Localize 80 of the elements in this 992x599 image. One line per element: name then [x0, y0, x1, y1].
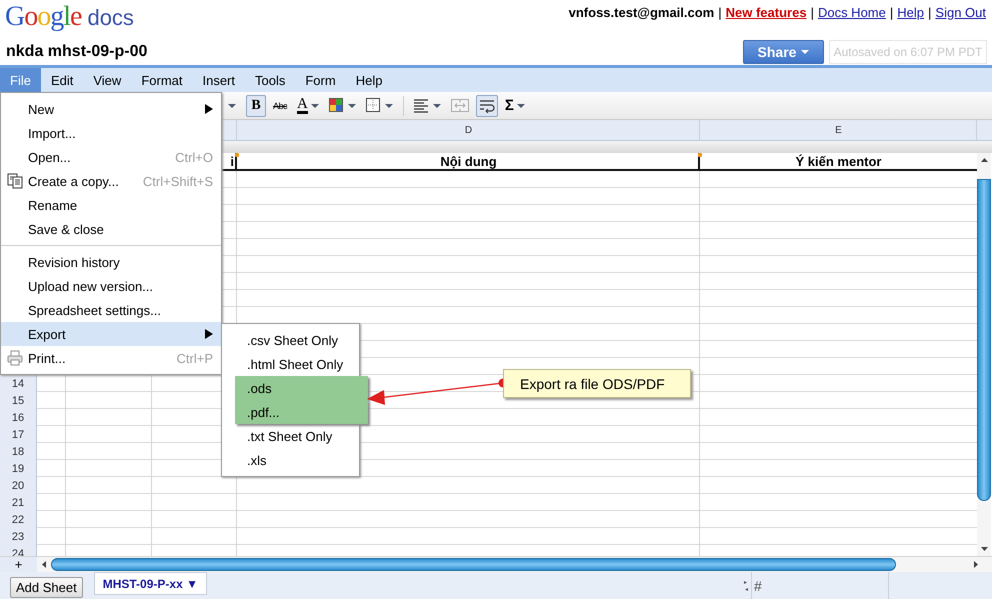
scroll-right-icon[interactable]: [974, 561, 978, 568]
link-separator: |: [928, 5, 932, 20]
printer-icon: [7, 350, 23, 366]
scroll-down-icon[interactable]: [980, 547, 988, 551]
color-grid-icon[interactable]: [328, 98, 345, 114]
add-row-button[interactable]: +: [0, 557, 37, 572]
menu-item[interactable]: .html Sheet Only: [222, 352, 359, 376]
menu-item[interactable]: Spreadsheet settings...: [1, 298, 221, 322]
dropdown-caret-icon[interactable]: [516, 104, 525, 108]
link-separator: |: [718, 5, 722, 20]
row-number: 17: [10, 428, 26, 442]
table-cell: Ý kiến mentor: [796, 154, 882, 168]
menu-item[interactable]: Export: [1, 322, 221, 346]
table-cell: i: [230, 154, 234, 168]
sheet-tab[interactable]: MHST-09-P-xx ▼: [94, 572, 207, 595]
dropdown-caret-icon[interactable]: [228, 104, 236, 108]
sum-button[interactable]: Σ: [502, 94, 528, 116]
row-number: 15: [10, 394, 26, 408]
menu-item[interactable]: View: [83, 68, 132, 92]
scroll-left-icon[interactable]: [42, 561, 46, 568]
menu-item[interactable]: .pdf...: [235, 400, 368, 424]
row-number: 20: [10, 478, 26, 494]
menu-item[interactable]: Rename: [1, 193, 221, 217]
menu-item[interactable]: .ods: [235, 376, 368, 400]
menu-item[interactable]: New: [1, 97, 221, 121]
bold-button[interactable]: B: [246, 94, 266, 116]
header-link[interactable]: New features: [726, 5, 807, 20]
scroll-thumb[interactable]: [51, 558, 896, 571]
text-color-button[interactable]: A: [294, 94, 322, 116]
header-link[interactable]: Docs Home: [818, 5, 886, 20]
dropdown-caret-icon[interactable]: [348, 104, 356, 108]
row-number: 19: [10, 462, 26, 476]
account-email: vnfoss.test@gmail.com: [568, 5, 714, 20]
menu-item[interactable]: .xls: [222, 448, 359, 472]
callout-note: Export ra file ODS/PDF: [503, 369, 691, 398]
row-number: 14: [10, 376, 26, 392]
menu-item[interactable]: Open... Ctrl+O: [1, 145, 221, 169]
menu-item[interactable]: Revision history: [1, 250, 221, 274]
column-header[interactable]: D: [237, 120, 700, 140]
dropdown-caret-icon[interactable]: [310, 104, 319, 108]
vertical-scrollbar[interactable]: [977, 153, 991, 556]
share-button[interactable]: Share: [743, 40, 824, 64]
row-number: 23: [10, 530, 26, 544]
add-sheet-button[interactable]: Add Sheet: [10, 576, 83, 598]
borders-icon[interactable]: [366, 98, 382, 114]
logo-wordmark: Google: [5, 1, 82, 33]
copy-documents-icon: [7, 173, 23, 189]
menu-item[interactable]: .txt Sheet Only: [222, 424, 359, 448]
menu-item[interactable]: Create a copy... Ctrl+Shift+S: [1, 169, 221, 193]
menu-item[interactable]: .csv Sheet Only: [222, 328, 359, 352]
dropdown-caret-icon[interactable]: [384, 104, 393, 108]
expand-arrows-icon[interactable]: [744, 580, 748, 592]
scroll-thumb[interactable]: [977, 179, 991, 501]
row-number: 21: [10, 496, 26, 510]
menu-item[interactable]: Save & close: [1, 217, 221, 241]
header-link[interactable]: Sign Out: [935, 5, 986, 20]
menu-item[interactable]: Tools: [245, 68, 296, 92]
menu-item[interactable]: Format: [131, 68, 192, 92]
menu-item[interactable]: Upload new version...: [1, 274, 221, 298]
row-number: 16: [10, 410, 26, 426]
menu-item[interactable]: Form: [295, 68, 346, 92]
menu-item[interactable]: Import...: [1, 121, 221, 145]
link-separator: |: [890, 5, 894, 20]
cell-reference: #: [754, 578, 762, 594]
menu-item[interactable]: Print... Ctrl+P: [1, 346, 221, 370]
strikethrough-button[interactable]: Abc: [270, 94, 290, 116]
menu-item[interactable]: Help: [346, 68, 392, 92]
scroll-up-icon[interactable]: [980, 158, 988, 162]
align-left-icon[interactable]: [414, 98, 430, 114]
dropdown-caret-icon[interactable]: [432, 104, 441, 108]
document-title[interactable]: nkda mhst-09-p-00: [0, 42, 743, 60]
column-header[interactable]: E: [700, 120, 977, 140]
logo-product-name: docs: [87, 5, 134, 31]
row-number: 18: [10, 444, 26, 460]
table-cell: Nội dung: [440, 154, 497, 168]
menu-item[interactable]: Insert: [192, 68, 245, 92]
header-link[interactable]: Help: [897, 5, 924, 20]
menu-item[interactable]: Edit: [40, 68, 84, 92]
row-number: 22: [10, 512, 26, 528]
link-separator: |: [810, 5, 814, 20]
